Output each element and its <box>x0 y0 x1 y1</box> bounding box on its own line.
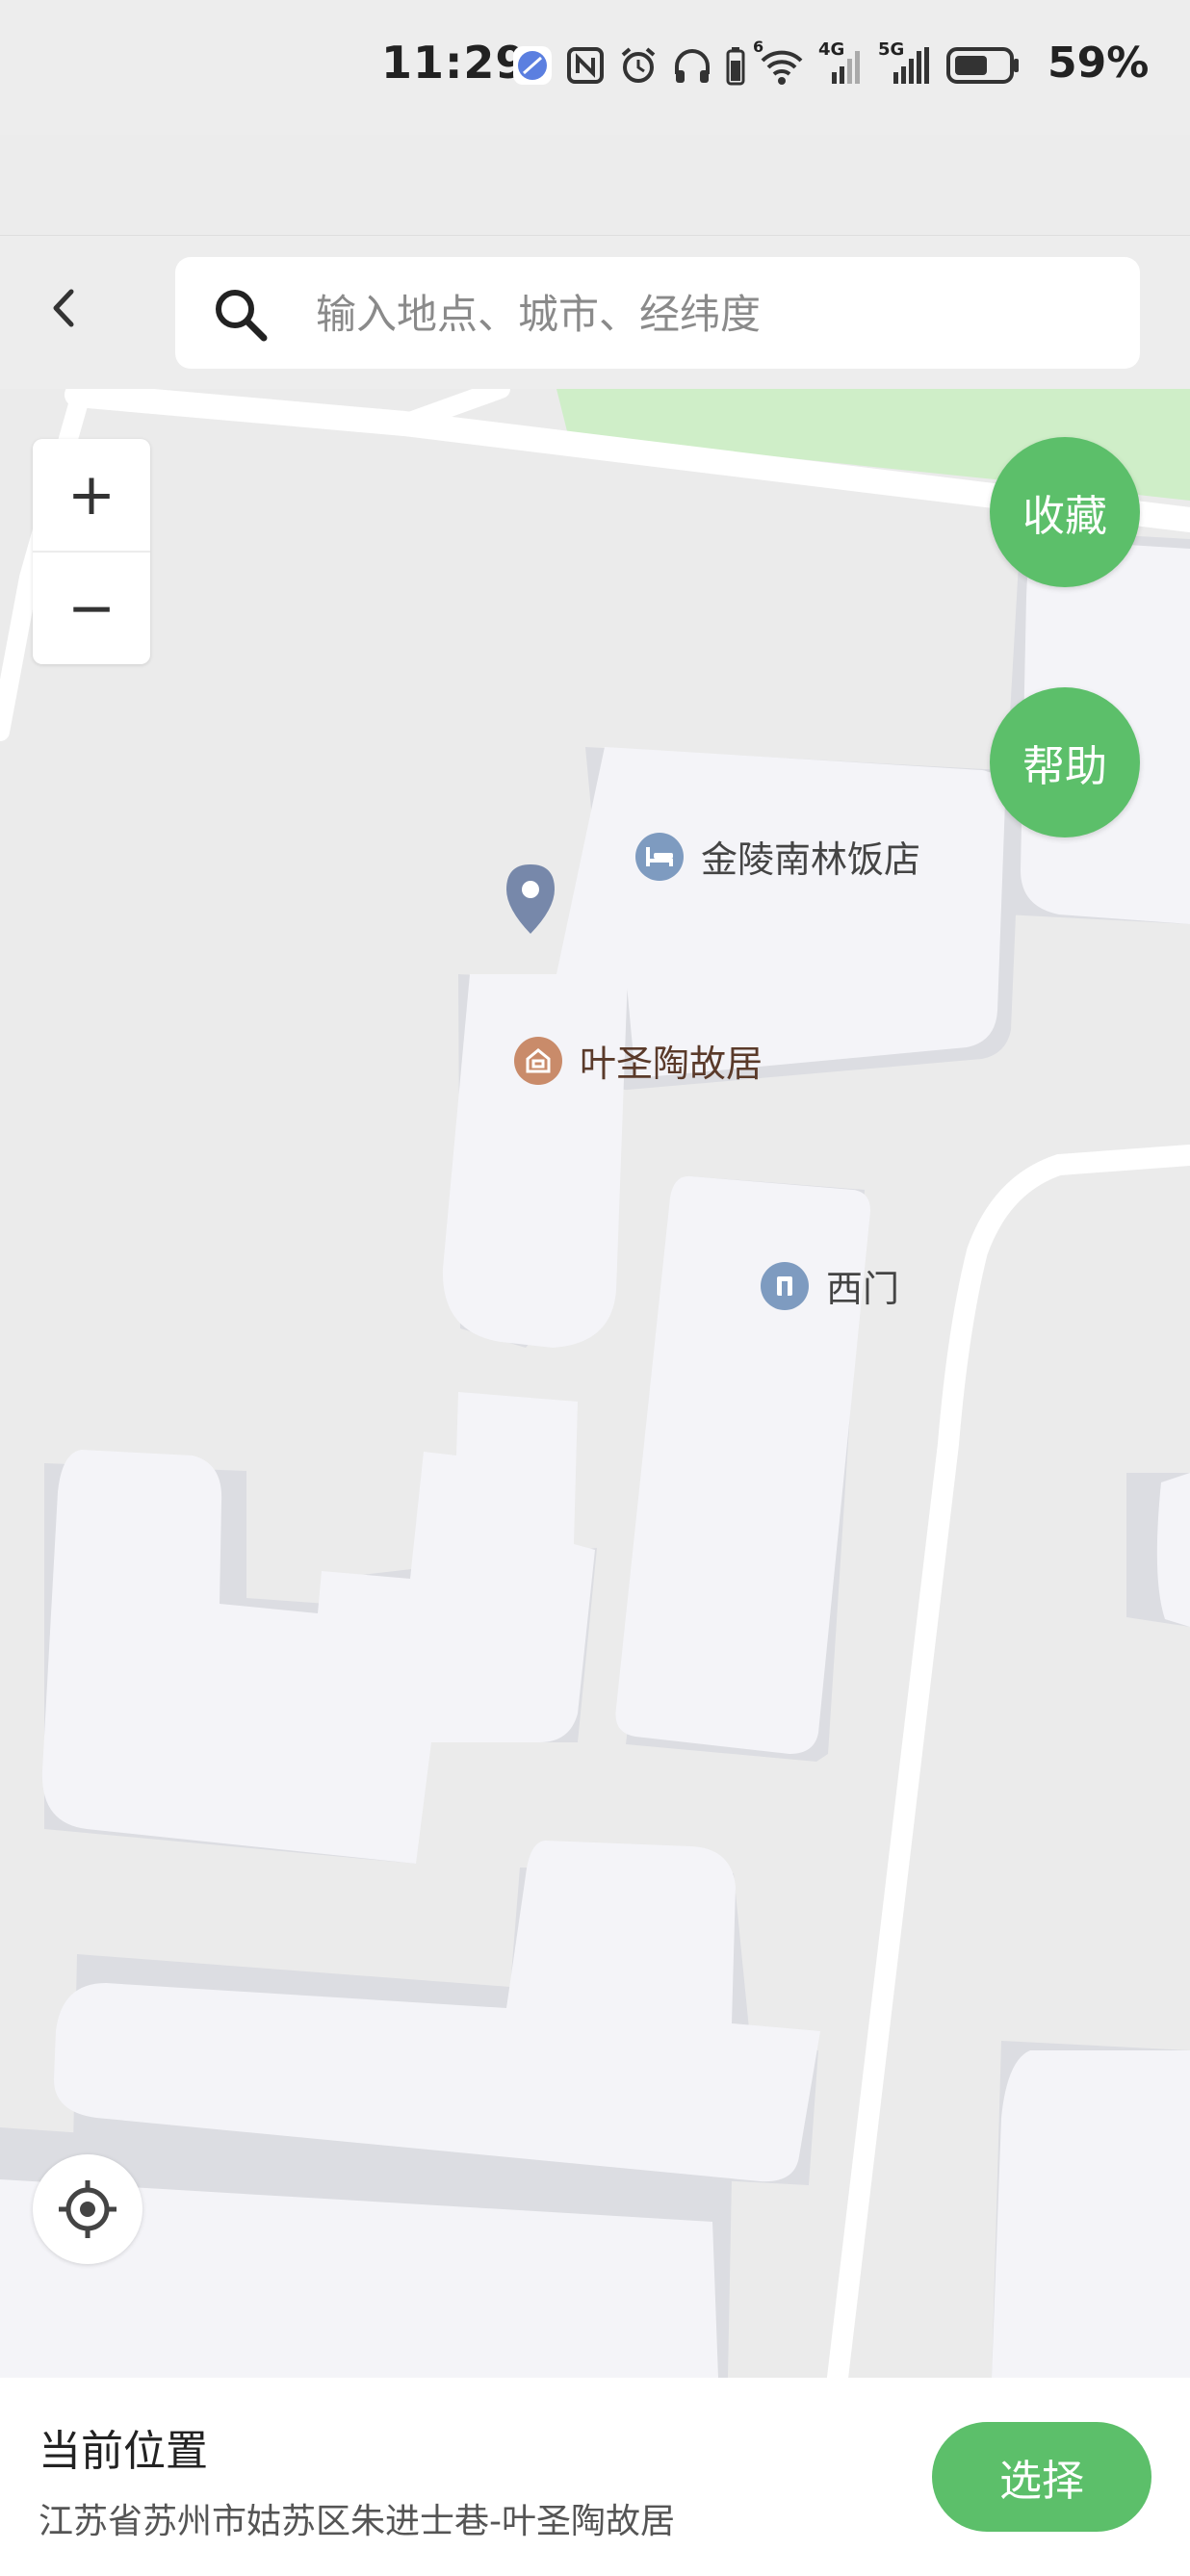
network-1-label: 4G <box>818 39 845 60</box>
zoom-in-label: + <box>66 461 116 528</box>
wifi-icon: 6 <box>753 38 805 86</box>
search-input[interactable] <box>314 257 1107 371</box>
poi-landmark-label: 叶圣陶故居 <box>580 1043 763 1085</box>
favorite-button[interactable]: 收藏 <box>990 437 1140 587</box>
poi-hotel-label: 金陵南林饭店 <box>701 838 921 881</box>
headphones-icon <box>672 45 712 86</box>
map-pin-icon[interactable] <box>506 864 555 934</box>
location-panel: 当前位置 江苏省苏州市姑苏区朱进士巷-叶圣陶故居 选择 <box>0 2378 1190 2576</box>
status-bar: 11:29 6 4G 5G 59% <box>0 0 1190 135</box>
zoom-in-button[interactable]: + <box>33 439 150 551</box>
network-2-label: 5G <box>878 39 905 60</box>
select-button[interactable]: 选择 <box>932 2422 1151 2532</box>
locate-button[interactable] <box>33 2154 142 2264</box>
status-icons: 6 4G 5G <box>512 38 1021 92</box>
app-icon <box>512 45 553 86</box>
map-canvas[interactable] <box>0 389 1190 2378</box>
poi-gate-label: 西门 <box>826 1268 900 1310</box>
landmark-icon <box>514 1036 562 1085</box>
zoom-control: + − <box>33 439 150 664</box>
help-label: 帮助 <box>1022 742 1107 791</box>
signal-5g-icon: 5G <box>878 39 932 86</box>
poi-gate[interactable]: 西门 <box>761 1259 899 1312</box>
select-label: 选择 <box>999 2457 1084 2506</box>
target-icon <box>59 2180 116 2238</box>
battery-icon <box>945 45 1021 86</box>
search-box[interactable] <box>175 257 1140 371</box>
status-time: 11:29 <box>381 37 528 89</box>
poi-hotel[interactable]: 金陵南林饭店 <box>635 830 920 883</box>
back-button[interactable] <box>29 274 96 342</box>
chevron-left-icon <box>53 289 74 327</box>
battery-small-icon <box>726 45 745 86</box>
signal-4g-icon: 4G <box>818 39 865 86</box>
favorite-label: 收藏 <box>1022 492 1107 541</box>
search-icon <box>216 290 268 342</box>
alarm-icon <box>618 45 659 86</box>
gate-icon <box>761 1261 809 1310</box>
poi-landmark[interactable]: 叶圣陶故居 <box>514 1034 763 1087</box>
zoom-out-button[interactable]: − <box>33 553 150 664</box>
hotel-icon <box>635 832 684 881</box>
help-button[interactable]: 帮助 <box>990 687 1140 837</box>
battery-percent: 59% <box>1048 39 1150 88</box>
search-header <box>0 235 1190 392</box>
zoom-out-label: − <box>66 575 116 642</box>
current-location-address: 江苏省苏州市姑苏区朱进士巷-叶圣陶故居 <box>39 2502 675 2541</box>
nfc-icon <box>566 46 605 85</box>
wifi-badge: 6 <box>753 38 764 56</box>
current-location-title: 当前位置 <box>39 2427 208 2476</box>
map-view[interactable]: + − 收藏 帮助 金陵南林饭店 叶圣陶故居 西门 <box>0 389 1190 2378</box>
